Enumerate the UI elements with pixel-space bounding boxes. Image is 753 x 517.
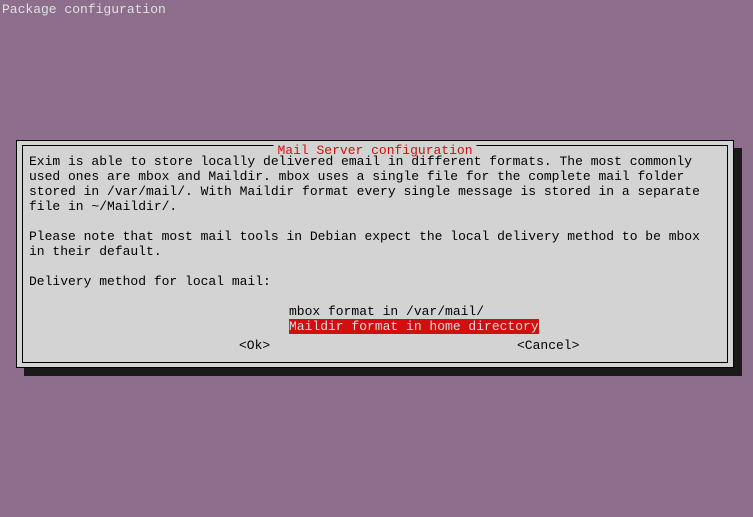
page-title: Package configuration: [2, 2, 166, 17]
ok-button[interactable]: <Ok>: [239, 338, 270, 353]
cancel-button[interactable]: <Cancel>: [517, 338, 579, 353]
dialog-paragraph-2: Please note that most mail tools in Debi…: [29, 229, 721, 259]
options-list: mbox format in /var/mail/ Maildir format…: [289, 304, 721, 334]
option-maildir[interactable]: Maildir format in home directory: [289, 319, 539, 334]
dialog-inner-border: Mail Server configuration Exim is able t…: [22, 145, 728, 363]
dialog-content: Exim is able to store locally delivered …: [29, 154, 721, 334]
option-mbox[interactable]: mbox format in /var/mail/: [289, 304, 484, 319]
dialog-paragraph-1: Exim is able to store locally delivered …: [29, 154, 721, 214]
dialog-box: Mail Server configuration Exim is able t…: [16, 140, 734, 368]
dialog-prompt: Delivery method for local mail:: [29, 274, 721, 289]
